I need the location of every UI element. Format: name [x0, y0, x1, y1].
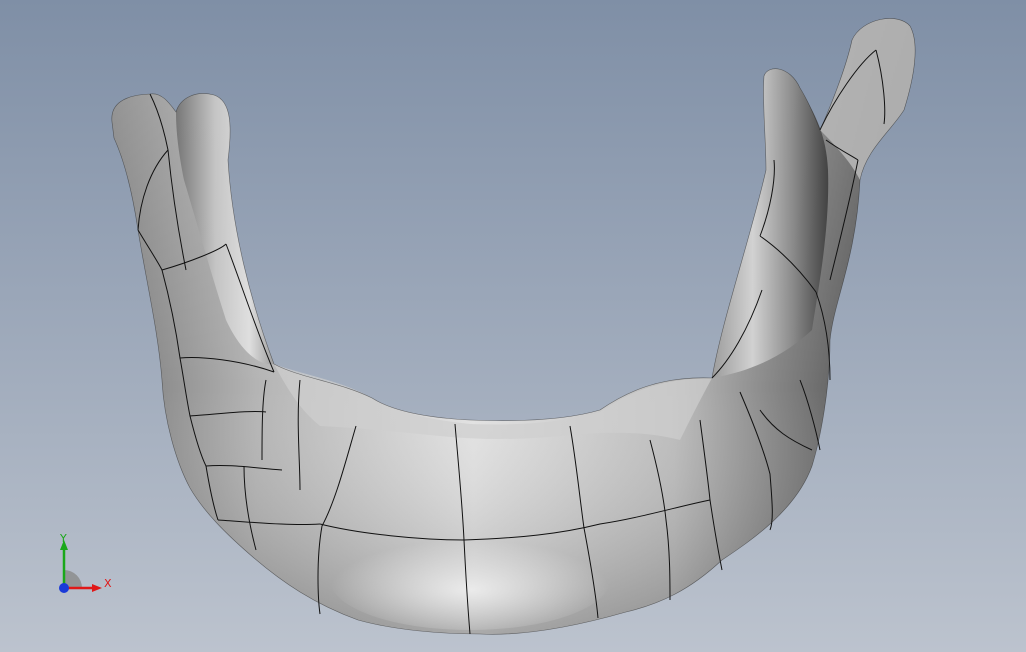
mandible-3d-model[interactable] [0, 0, 1026, 652]
y-axis-label: Y [59, 532, 67, 545]
x-axis-arrow [92, 584, 102, 592]
graphics-viewport[interactable]: Y X [0, 0, 1026, 652]
reference-triad: Y X [59, 532, 112, 593]
z-axis-dot [59, 583, 69, 593]
x-axis-label: X [104, 577, 112, 590]
